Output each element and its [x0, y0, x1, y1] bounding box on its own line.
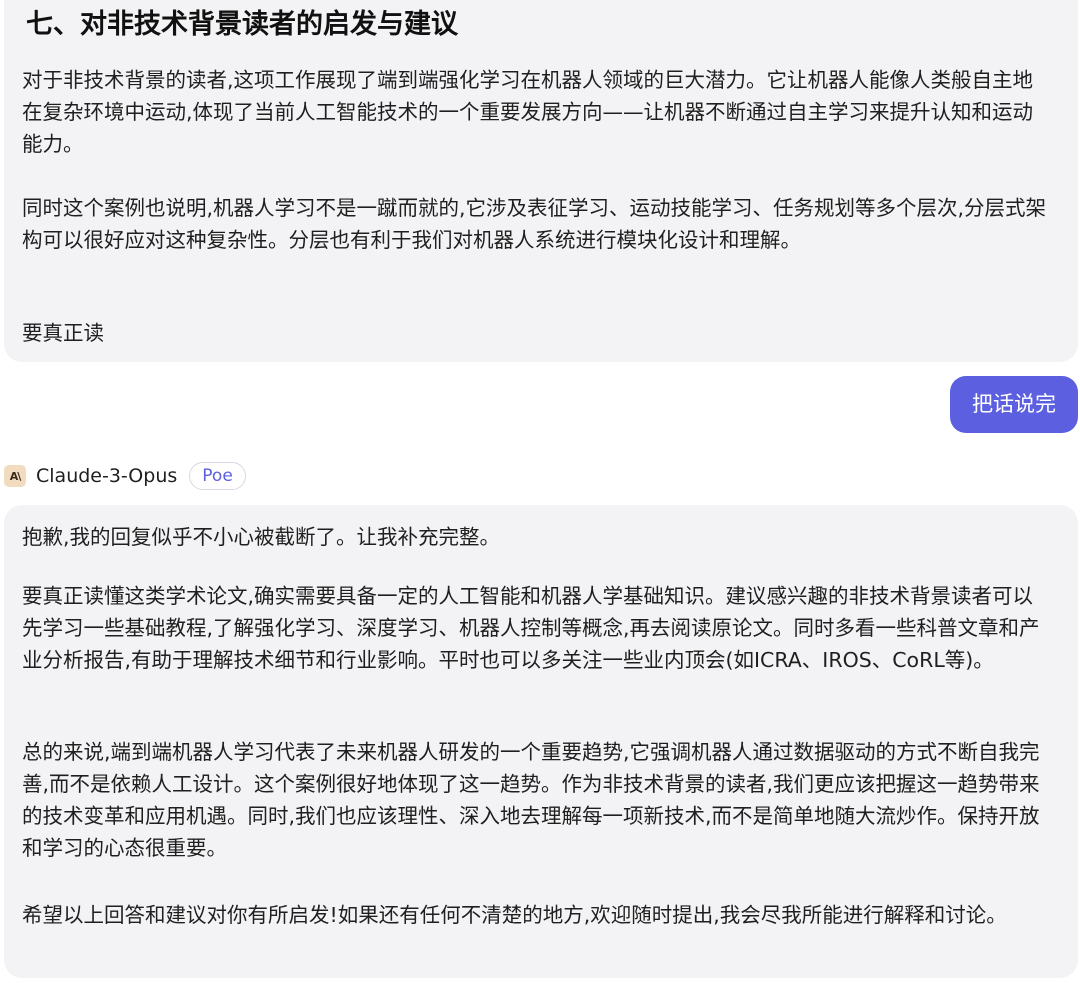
claude-logo-icon[interactable]: A\ [4, 465, 26, 487]
bot-header: A\ Claude-3-Opus Poe [4, 461, 246, 491]
bot-name[interactable]: Claude-3-Opus [36, 465, 177, 487]
section-heading: 七、对非技术背景读者的启发与建议 [26, 9, 458, 40]
user-message-bubble: 把话说完 [950, 376, 1078, 433]
message-paragraph: 要真正读 [22, 321, 104, 345]
message-paragraph: 同时这个案例也说明,机器人学习不是一蹴而就的,它涉及表征学习、运动技能学习、任务… [22, 196, 1047, 252]
message-paragraph: 要真正读懂这类学术论文,确实需要具备一定的人工智能和机器人学基础知识。建议感兴趣… [22, 584, 1040, 672]
message-paragraph: 抱歉,我的回复似乎不小心被截断了。让我补充完整。 [22, 525, 501, 549]
message-paragraph: 对于非技术背景的读者,这项工作展现了端到端强化学习在机器人领域的巨大潜力。它让机… [22, 68, 1034, 156]
bot-message-bubble [4, 0, 1078, 362]
poe-badge: Poe [189, 462, 246, 490]
message-paragraph: 总的来说,端到端机器人学习代表了未来机器人研发的一个重要趋势,它强调机器人通过数… [22, 740, 1040, 860]
message-paragraph: 希望以上回答和建议对你有所启发!如果还有任何不清楚的地方,欢迎随时提出,我会尽我… [22, 903, 1007, 927]
